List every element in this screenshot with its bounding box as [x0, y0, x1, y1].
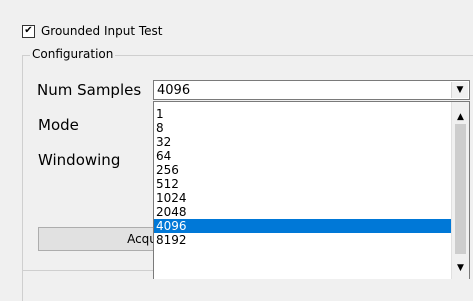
dropdown-option[interactable]: 256 — [154, 163, 451, 177]
acquire-button[interactable]: Acqu — [38, 227, 156, 251]
dropdown-option[interactable]: 4096 — [154, 219, 451, 233]
dropdown-scrollbar[interactable]: ▲ ▼ — [451, 102, 469, 279]
scroll-thumb[interactable] — [455, 124, 466, 254]
grounded-input-test-checkbox[interactable]: ✔ Grounded Input Test — [22, 23, 162, 39]
dropdown-option[interactable]: 1024 — [154, 191, 451, 205]
scroll-down-icon[interactable]: ▼ — [452, 259, 469, 276]
num-samples-label: Num Samples — [37, 81, 142, 99]
num-samples-dropdown-list[interactable]: 1 8 32 64 256 512 1024 2048 4096 8192 ▲ ▼ — [153, 101, 470, 279]
divider — [22, 270, 155, 271]
num-samples-combobox[interactable]: 4096 ▼ — [153, 80, 470, 100]
checkmark-icon: ✔ — [24, 25, 33, 36]
scroll-up-icon[interactable]: ▲ — [452, 108, 469, 125]
dropdown-option[interactable]: 32 — [154, 135, 451, 149]
acquire-button-label: Acqu — [127, 232, 156, 246]
dropdown-options: 1 8 32 64 256 512 1024 2048 4096 8192 — [154, 107, 451, 247]
dropdown-option[interactable]: 512 — [154, 177, 451, 191]
dropdown-option[interactable]: 8192 — [154, 233, 451, 247]
dropdown-option[interactable]: 8 — [154, 121, 451, 135]
windowing-label: Windowing — [38, 151, 121, 169]
checkbox-box[interactable]: ✔ — [22, 24, 35, 38]
grounded-input-test-label: Grounded Input Test — [41, 24, 163, 38]
configuration-title: Configuration — [30, 47, 116, 61]
dropdown-option[interactable]: 1 — [154, 107, 451, 121]
mode-label: Mode — [38, 116, 79, 134]
num-samples-value: 4096 — [157, 83, 191, 98]
dropdown-arrow-icon[interactable]: ▼ — [451, 82, 468, 98]
dropdown-option[interactable]: 64 — [154, 149, 451, 163]
dropdown-option[interactable]: 2048 — [154, 205, 451, 219]
